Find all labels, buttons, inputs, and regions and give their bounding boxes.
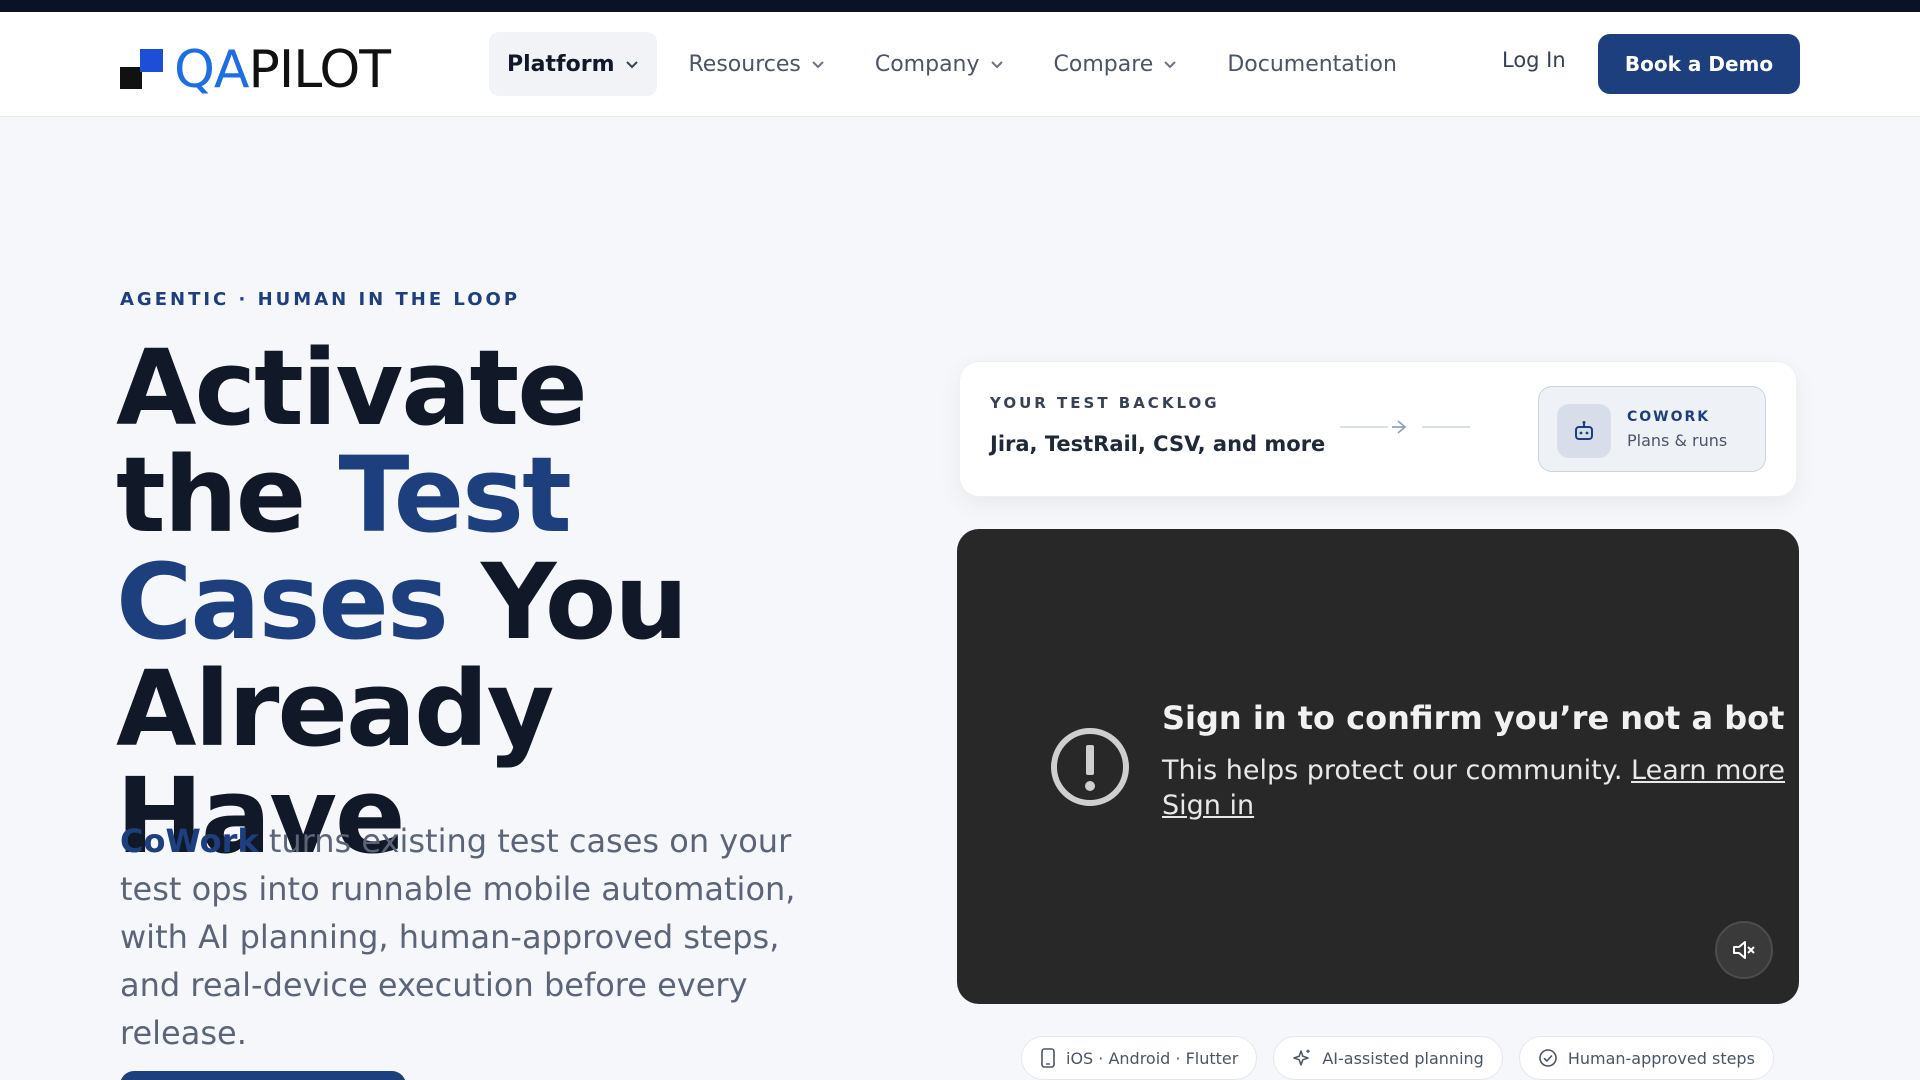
exclamation-icon bbox=[1051, 728, 1129, 806]
nav-resources-label: Resources bbox=[688, 51, 801, 77]
logo-wordmark: QAPILOT bbox=[174, 40, 391, 100]
cowork-subtitle: Plans & runs bbox=[1627, 431, 1728, 450]
headline-line2-accent: Test bbox=[338, 434, 572, 556]
mute-button[interactable] bbox=[1715, 921, 1773, 979]
chevron-down-icon bbox=[990, 61, 1003, 69]
login-link[interactable]: Log In bbox=[1502, 48, 1566, 72]
top-strip bbox=[0, 0, 1920, 12]
hero-cta-button[interactable] bbox=[120, 1071, 406, 1080]
headline-line2-plain: the bbox=[116, 434, 339, 556]
site-header: QAPILOT Platform Resources Company Compa… bbox=[0, 12, 1920, 117]
nav-platform[interactable]: Platform bbox=[489, 32, 657, 96]
video-message-text: This helps protect our community. bbox=[1162, 755, 1632, 786]
pill-ai-planning-label: AI-assisted planning bbox=[1322, 1048, 1484, 1068]
arrow-right-icon bbox=[1340, 420, 1470, 434]
video-message: This helps protect our community. Learn … bbox=[1162, 753, 1785, 789]
nav-resources[interactable]: Resources bbox=[671, 32, 843, 96]
mute-icon bbox=[1733, 941, 1755, 959]
description-brand: CoWork bbox=[120, 822, 259, 860]
nav-documentation-label: Documentation bbox=[1227, 51, 1397, 77]
nav-documentation[interactable]: Documentation bbox=[1209, 32, 1415, 96]
pill-human-approved-label: Human-approved steps bbox=[1567, 1048, 1755, 1068]
cowork-box: COWORK Plans & runs bbox=[1538, 386, 1766, 472]
backlog-label: YOUR TEST BACKLOG bbox=[990, 394, 1220, 412]
sparkle-icon bbox=[1293, 1049, 1311, 1066]
book-demo-button[interactable]: Book a Demo bbox=[1598, 34, 1800, 94]
chevron-down-icon bbox=[625, 61, 638, 69]
learn-more-link[interactable]: Learn more bbox=[1631, 755, 1785, 786]
hero-eyebrow: AGENTIC · HUMAN IN THE LOOP bbox=[120, 289, 521, 310]
headline-line3-accent: Cases bbox=[116, 541, 449, 663]
cowork-title: COWORK bbox=[1627, 409, 1711, 425]
headline-line3-plain: You bbox=[446, 541, 688, 663]
main-nav: Platform Resources Company Compare Docum… bbox=[489, 32, 1429, 96]
pill-human-approved: Human-approved steps bbox=[1518, 1036, 1774, 1080]
chevron-down-icon bbox=[812, 61, 824, 69]
check-circle-icon bbox=[1539, 1049, 1557, 1067]
hero-description: CoWork turns existing test cases on your… bbox=[120, 817, 810, 1057]
robot-icon bbox=[1557, 404, 1611, 458]
nav-company[interactable]: Company bbox=[857, 32, 1022, 96]
pill-ai-planning: AI-assisted planning bbox=[1273, 1036, 1503, 1080]
nav-company-label: Company bbox=[874, 51, 980, 77]
logo-mark-icon bbox=[120, 47, 166, 93]
nav-platform-label: Platform bbox=[507, 51, 615, 77]
feature-pills: iOS · Android · Flutter AI-assisted plan… bbox=[1021, 1036, 1790, 1080]
video-title: Sign in to confirm you’re not a bot bbox=[1162, 699, 1785, 737]
backlog-card: YOUR TEST BACKLOG Jira, TestRail, CSV, a… bbox=[959, 361, 1797, 497]
pill-platforms: iOS · Android · Flutter bbox=[1021, 1036, 1258, 1080]
nav-compare-label: Compare bbox=[1053, 51, 1154, 77]
pill-platforms-label: iOS · Android · Flutter bbox=[1066, 1048, 1239, 1068]
headline-line1: Activate bbox=[116, 327, 588, 449]
chevron-down-icon bbox=[1164, 61, 1177, 69]
hero-headline: Activate the Test Cases You Already Have bbox=[116, 335, 836, 870]
nav-compare[interactable]: Compare bbox=[1036, 32, 1196, 96]
video-player[interactable]: Sign in to confirm you’re not a bot This… bbox=[957, 529, 1799, 1004]
phone-icon bbox=[1041, 1048, 1055, 1068]
sign-in-link[interactable]: Sign in bbox=[1162, 790, 1254, 821]
qapilot-logo[interactable]: QAPILOT bbox=[120, 40, 391, 100]
backlog-sources: Jira, TestRail, CSV, and more bbox=[990, 432, 1326, 456]
